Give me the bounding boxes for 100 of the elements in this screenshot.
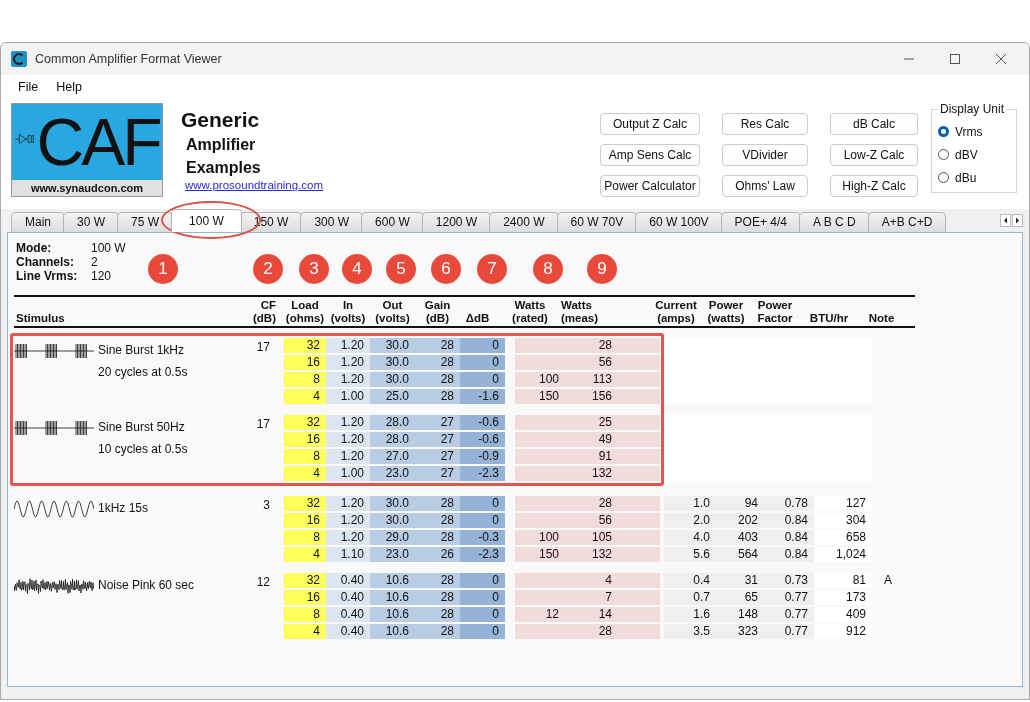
calc-button[interactable]: High-Z Calc xyxy=(830,175,918,197)
calc-button[interactable]: Ohms' Law xyxy=(722,175,808,197)
scroll-right-icon[interactable] xyxy=(1012,214,1023,227)
table-cell: 27 xyxy=(415,466,460,481)
table-cell: 25 xyxy=(598,415,612,429)
stimulus-name: Sine Burst 1kHz xyxy=(98,343,186,357)
table-cell: 28 xyxy=(415,530,460,545)
table-cell: -0.3 xyxy=(460,530,505,545)
table-cell: 323 xyxy=(716,624,764,639)
table-cell: 16 xyxy=(284,355,326,370)
menu-item[interactable]: File xyxy=(9,78,48,96)
tab[interactable]: POE+ 4/4 xyxy=(720,212,801,232)
number-badge: 5 xyxy=(386,254,416,284)
table-cell: 8 xyxy=(284,607,326,622)
table-cell: 4 xyxy=(284,624,326,639)
table-cell: 56 xyxy=(598,513,612,527)
table-cell: 31 xyxy=(716,573,764,588)
calc-button[interactable]: Power Calculator xyxy=(600,175,700,197)
table-cell: 4 xyxy=(284,389,326,404)
table-cell: 28 xyxy=(415,372,460,387)
table-cell: 0 xyxy=(460,355,505,370)
table-cell: 0 xyxy=(460,372,505,387)
calc-button[interactable]: dB Calc xyxy=(830,113,918,135)
amplifier-icon xyxy=(14,132,34,146)
column-header: Watts (rated) xyxy=(511,299,549,325)
table-cell: 156 xyxy=(591,389,612,403)
table-cell: 1,024 xyxy=(814,547,872,562)
number-badge: 9 xyxy=(587,254,617,284)
table-cell: 27 xyxy=(415,449,460,464)
table-cell: 30.0 xyxy=(370,355,415,370)
table-cell: 30.0 xyxy=(370,496,415,511)
table-cell: 12 xyxy=(545,607,559,621)
table-cell: 1.10 xyxy=(326,547,370,562)
tab[interactable]: A B C D xyxy=(798,212,870,232)
tab[interactable]: Main xyxy=(11,212,65,232)
table-cell: 28 xyxy=(598,624,612,638)
scroll-left-icon[interactable] xyxy=(1000,214,1011,227)
tab[interactable]: 300 W xyxy=(300,212,364,232)
table-cell: 409 xyxy=(814,607,872,622)
table-cell: 0 xyxy=(460,496,505,511)
tab[interactable]: 100 W xyxy=(171,209,242,232)
table-cell: 10.6 xyxy=(370,624,415,639)
tab[interactable]: 1200 W xyxy=(421,212,492,232)
unit-radio[interactable]: dBV xyxy=(938,143,1016,166)
unit-radio[interactable]: Vrms xyxy=(938,120,1016,143)
column-header: Out (volts) xyxy=(374,299,411,325)
table-cell: 0.40 xyxy=(326,573,370,588)
table-cell: 1.20 xyxy=(326,355,370,370)
table-cell: 56 xyxy=(598,355,612,369)
table-cell: 113 xyxy=(592,372,612,386)
table-cell: 30.0 xyxy=(370,338,415,353)
table-cell: 30.0 xyxy=(370,372,415,387)
table-cell: 0.78 xyxy=(764,496,814,511)
table-cell: 49 xyxy=(598,432,612,446)
field-value: 2 xyxy=(91,255,98,269)
unit-radio[interactable]: dBu xyxy=(938,166,1016,189)
column-header: Note xyxy=(867,312,896,325)
field-value: 100 W xyxy=(91,241,126,255)
tab[interactable]: 60 W 100V xyxy=(635,212,723,232)
stimulus-name: Sine Burst 50Hz xyxy=(98,420,186,434)
table-cell: 100 xyxy=(538,372,559,386)
table-cell: 17 xyxy=(256,417,270,431)
table-cell: -1.6 xyxy=(460,389,505,404)
table-cell: 28.0 xyxy=(370,415,415,430)
table-cell: 0.84 xyxy=(764,530,814,545)
tab[interactable]: 2400 W xyxy=(489,212,559,232)
column-header: Watts (meas) xyxy=(560,299,600,325)
calc-button[interactable]: Output Z Calc xyxy=(600,113,700,135)
table-cell: 28 xyxy=(415,389,460,404)
column-header: Power (watts) xyxy=(706,299,746,325)
tab[interactable]: A+B C+D xyxy=(867,212,947,232)
table-cell: 4 xyxy=(284,466,326,481)
table-cell: 202 xyxy=(716,513,764,528)
calc-button[interactable]: Low-Z Calc xyxy=(830,144,918,166)
table-cell: 0.7 xyxy=(664,590,716,605)
table-cell: 1.20 xyxy=(326,449,370,464)
table-cell: 28 xyxy=(415,496,460,511)
calc-button[interactable]: VDivider xyxy=(722,144,808,166)
column-header: Stimulus xyxy=(15,312,66,325)
tab[interactable]: 30 W xyxy=(63,212,120,232)
column-header: Power Factor xyxy=(756,299,794,325)
table-cell: 2.0 xyxy=(664,513,716,528)
column-header: BTU/hr xyxy=(808,312,850,325)
tab[interactable]: 600 W xyxy=(361,212,424,232)
tab[interactable]: 60 W 70V xyxy=(556,212,638,232)
calc-button[interactable]: Amp Sens Calc xyxy=(600,144,700,166)
table-cell: 0.77 xyxy=(764,624,814,639)
table-cell: 105 xyxy=(591,530,612,544)
website-link[interactable]: www.prosoundtraining.com xyxy=(185,179,324,191)
menu-item[interactable]: Help xyxy=(47,78,91,96)
sine-wave-icon xyxy=(14,499,94,519)
close-icon[interactable] xyxy=(995,53,1007,65)
tab[interactable]: 75 W xyxy=(117,212,174,232)
table-cell: 1.20 xyxy=(326,530,370,545)
maximize-icon[interactable] xyxy=(949,53,961,65)
calc-button[interactable]: Res Calc xyxy=(722,113,808,135)
column-header: In (volts) xyxy=(329,299,367,325)
table-cell: 1.6 xyxy=(664,607,716,622)
table-cell: 28 xyxy=(415,573,460,588)
table-cell: 8 xyxy=(284,449,326,464)
